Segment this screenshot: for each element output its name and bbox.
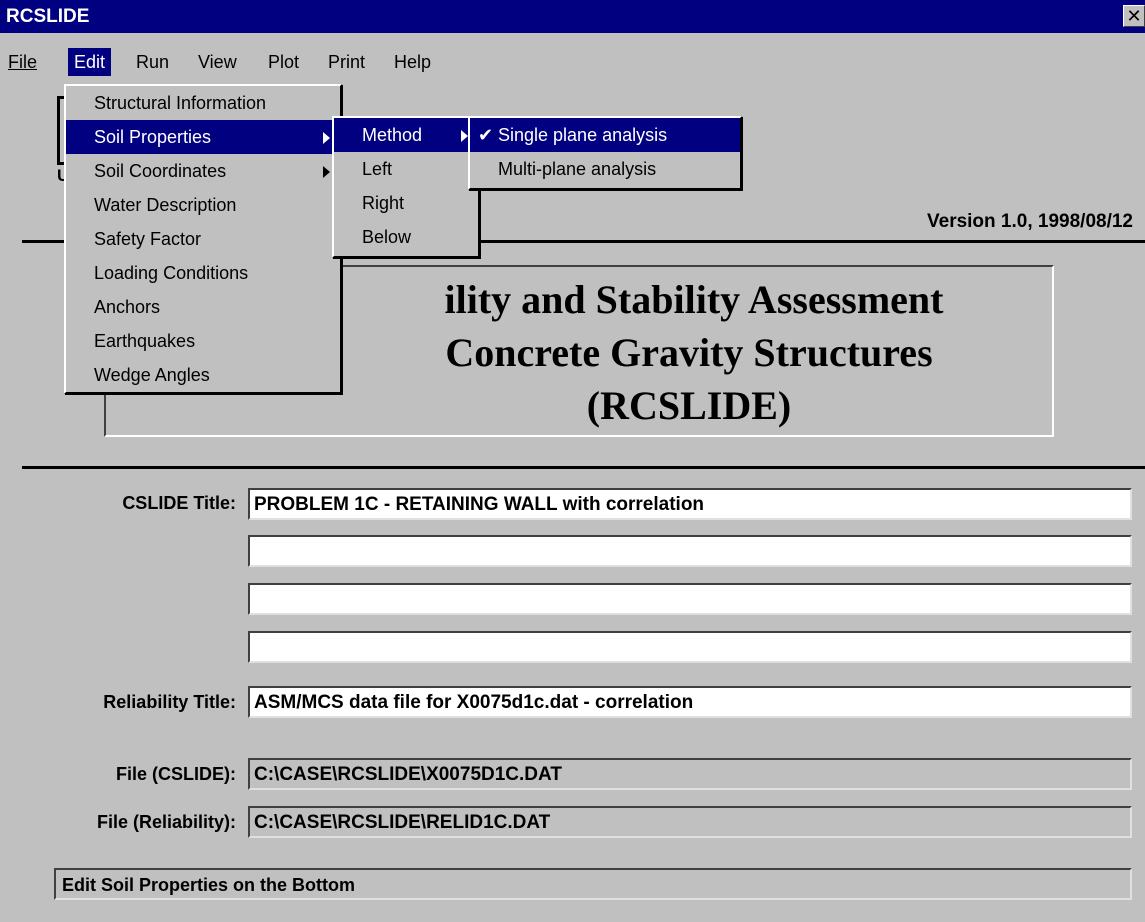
menu-file[interactable]: File <box>2 48 43 76</box>
menu-item-label: Multi-plane analysis <box>498 159 657 179</box>
menu-item-left[interactable]: Left <box>334 152 478 186</box>
title-bar: RCSLIDE ✕ <box>0 0 1145 33</box>
menu-edit-label: Edit <box>74 52 106 72</box>
reliability-title-input[interactable]: ASM/MCS data file for X0075d1c.dat - cor… <box>248 686 1132 718</box>
menu-plot-label: Plot <box>268 52 300 72</box>
menu-item-method[interactable]: Method <box>334 118 478 152</box>
menu-item-water-description[interactable]: Water Description <box>66 188 340 222</box>
menu-bar: File Edit Run View Plot Print Help <box>0 43 1145 77</box>
menu-print[interactable]: Print <box>322 48 371 76</box>
menu-item-below[interactable]: Below <box>334 220 478 254</box>
menu-item-label: Below <box>362 227 412 247</box>
menu-item-loading-conditions[interactable]: Loading Conditions <box>66 256 340 290</box>
menu-item-safety-factor[interactable]: Safety Factor <box>66 222 340 256</box>
menu-item-label: Earthquakes <box>94 331 196 351</box>
menu-plot[interactable]: Plot <box>262 48 305 76</box>
menu-item-label: Wedge Angles <box>94 365 210 385</box>
menu-item-single-plane-analysis[interactable]: ✔ Single plane analysis <box>470 118 740 152</box>
menu-item-soil-properties[interactable]: Soil Properties <box>66 120 340 154</box>
checkmark-icon: ✔ <box>478 125 494 145</box>
cslide-title-label: CSLIDE Title: <box>122 493 236 513</box>
menu-item-label: Soil Coordinates <box>94 161 227 181</box>
cslide-title-input-2[interactable] <box>248 535 1132 567</box>
menu-item-anchors[interactable]: Anchors <box>66 290 340 324</box>
menu-run-label: Run <box>136 52 170 72</box>
menu-edit[interactable]: Edit <box>68 48 112 76</box>
file-cslide-label: File (CSLIDE): <box>116 764 236 784</box>
reliability-title-label: Reliability Title: <box>103 692 236 712</box>
menu-help[interactable]: Help <box>388 48 437 76</box>
file-reliability-label: File (Reliability): <box>96 812 236 832</box>
menu-item-label: Anchors <box>94 297 161 317</box>
menu-help-label: Help <box>394 52 432 72</box>
window-title: RCSLIDE <box>6 6 90 27</box>
menu-item-structural-information[interactable]: Structural Information <box>66 86 340 120</box>
menu-run[interactable]: Run <box>130 48 175 76</box>
edit-menu: Structural Information Soil Properties S… <box>64 84 342 394</box>
menu-item-label: Structural Information <box>94 93 267 113</box>
menu-item-label: Single plane analysis <box>498 125 668 145</box>
submenu-arrow-icon <box>323 132 330 144</box>
cslide-title-input-1[interactable]: PROBLEM 1C - RETAINING WALL with correla… <box>248 488 1132 520</box>
version-label: Version 1.0, 1998/08/12 <box>927 211 1133 232</box>
menu-view-label: View <box>198 52 237 72</box>
close-icon[interactable]: ✕ <box>1123 5 1145 27</box>
file-cslide-field: C:\CASE\RCSLIDE\X0075D1C.DAT <box>248 758 1132 790</box>
menu-item-earthquakes[interactable]: Earthquakes <box>66 324 340 358</box>
menu-item-label: Left <box>362 159 393 179</box>
status-bar: Edit Soil Properties on the Bottom <box>54 868 1132 900</box>
divider-middle <box>22 466 1145 469</box>
menu-file-label: File <box>8 52 38 72</box>
menu-item-label: Soil Properties <box>94 127 212 147</box>
submenu-arrow-icon <box>461 130 468 142</box>
submenu-arrow-icon <box>323 166 330 178</box>
menu-item-label: Water Description <box>94 195 237 215</box>
file-reliability-field: C:\CASE\RCSLIDE\RELID1C.DAT <box>248 806 1132 838</box>
cslide-title-input-4[interactable] <box>248 631 1132 663</box>
menu-item-wedge-angles[interactable]: Wedge Angles <box>66 358 340 392</box>
menu-view[interactable]: View <box>192 48 243 76</box>
cslide-title-input-3[interactable] <box>248 583 1132 615</box>
soil-properties-menu: Method Left Right Below <box>332 116 480 258</box>
menu-item-multi-plane-analysis[interactable]: Multi-plane analysis <box>470 152 740 186</box>
menu-print-label: Print <box>328 52 366 72</box>
menu-item-soil-coordinates[interactable]: Soil Coordinates <box>66 154 340 188</box>
menu-item-label: Safety Factor <box>94 229 202 249</box>
menu-item-label: Loading Conditions <box>94 263 249 283</box>
menu-item-label: Right <box>362 193 405 213</box>
menu-item-label: Method <box>362 125 423 145</box>
method-menu: ✔ Single plane analysis Multi-plane analy… <box>468 116 742 190</box>
menu-item-right[interactable]: Right <box>334 186 478 220</box>
